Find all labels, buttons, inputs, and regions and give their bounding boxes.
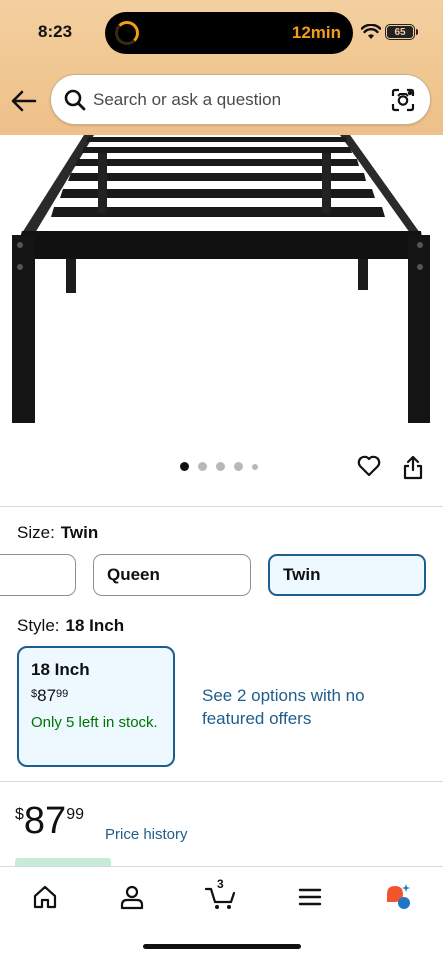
divider bbox=[0, 781, 443, 782]
share-icon[interactable] bbox=[402, 454, 424, 480]
carousel-dot[interactable] bbox=[198, 462, 207, 471]
size-selected: Twin bbox=[60, 523, 99, 542]
style-option-18-inch[interactable]: 18 Inch $8799 Only 5 left in stock. bbox=[17, 646, 175, 767]
style-heading: Style: 18 Inch bbox=[17, 616, 124, 636]
nav-home[interactable] bbox=[29, 881, 61, 913]
size-option-queen[interactable]: Queen bbox=[93, 554, 251, 596]
style-selected: 18 Inch bbox=[65, 616, 125, 635]
heart-icon[interactable] bbox=[356, 453, 382, 479]
see-options-link[interactable]: See 2 options with no featured offers bbox=[202, 684, 382, 730]
search-bar[interactable] bbox=[50, 74, 431, 125]
battery-icon: 65 bbox=[385, 24, 418, 40]
nav-assistant[interactable] bbox=[382, 881, 414, 913]
nav-cart[interactable]: 3 bbox=[205, 877, 237, 913]
divider bbox=[0, 506, 443, 507]
search-icon bbox=[64, 89, 86, 111]
size-label: Size: bbox=[17, 523, 55, 542]
assistant-icon bbox=[387, 884, 410, 909]
style-label: Style: bbox=[17, 616, 60, 635]
size-option-twin[interactable]: Twin bbox=[268, 554, 426, 596]
nav-menu[interactable] bbox=[294, 881, 326, 913]
carousel-dot[interactable] bbox=[252, 463, 258, 470]
bed-frame-image bbox=[12, 135, 430, 423]
size-option-partial[interactable] bbox=[0, 554, 76, 596]
header: 8:23 12min 65 bbox=[0, 0, 443, 135]
wifi-icon bbox=[361, 24, 381, 39]
size-heading: Size: Twin bbox=[17, 523, 98, 543]
timer-ring-icon bbox=[115, 21, 139, 45]
carousel-dot[interactable] bbox=[216, 462, 225, 471]
home-icon bbox=[33, 885, 57, 909]
battery-level: 65 bbox=[394, 26, 406, 38]
product-price: $8799 bbox=[15, 800, 84, 842]
timer-readout: 12min bbox=[291, 23, 341, 42]
menu-icon bbox=[298, 888, 322, 906]
search-input[interactable] bbox=[93, 75, 383, 124]
cart-count: 3 bbox=[217, 877, 224, 891]
carousel-dot[interactable] bbox=[234, 462, 243, 471]
camera-lens-icon[interactable] bbox=[390, 87, 416, 113]
dynamic-island[interactable]: 12min bbox=[105, 12, 353, 54]
carousel-dot[interactable] bbox=[180, 462, 189, 471]
promo-badge bbox=[15, 858, 111, 866]
status-time: 8:23 bbox=[38, 22, 73, 41]
carousel-dots[interactable] bbox=[180, 462, 258, 471]
style-card-price: $8799 bbox=[31, 686, 69, 705]
price-history-link[interactable]: Price history bbox=[105, 826, 188, 843]
nav-account[interactable] bbox=[116, 881, 148, 913]
home-indicator[interactable] bbox=[143, 944, 301, 949]
person-icon bbox=[120, 885, 144, 910]
stock-status: Only 5 left in stock. bbox=[31, 714, 158, 731]
back-arrow-icon[interactable] bbox=[10, 88, 38, 114]
style-card-title: 18 Inch bbox=[31, 660, 90, 679]
product-image[interactable] bbox=[0, 135, 443, 450]
